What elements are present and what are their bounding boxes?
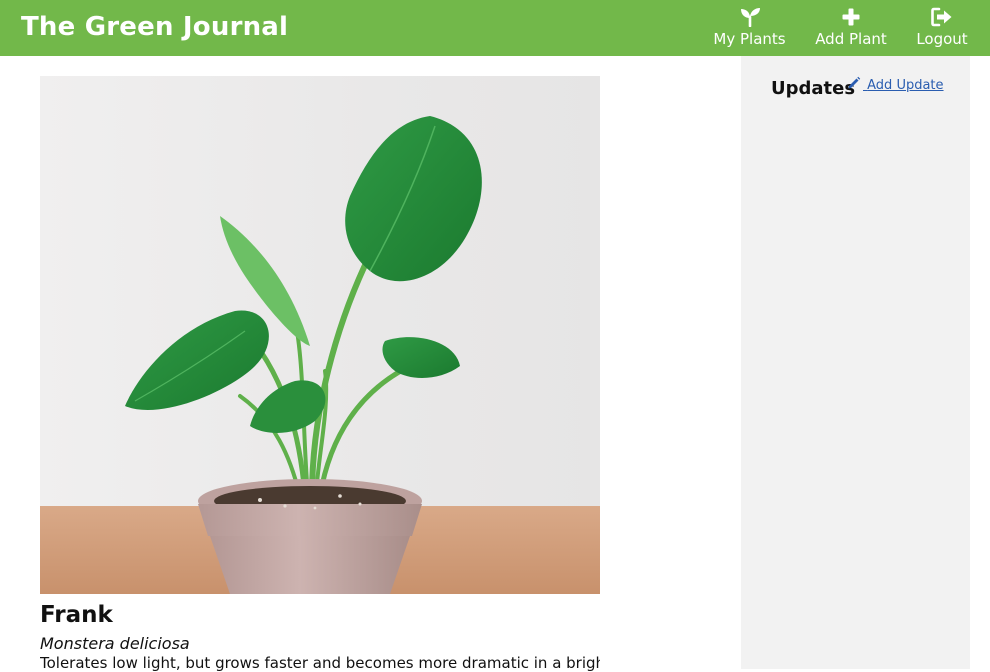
nav-add-plant[interactable]: Add Plant [806, 7, 896, 51]
add-update-label: Add Update [867, 78, 944, 93]
nav-add-plant-label: Add Plant [815, 30, 887, 48]
updates-sidebar: Updates Add Update [741, 56, 970, 669]
nav-my-plants[interactable]: My Plants [706, 7, 793, 51]
plant-photo-illustration [40, 76, 600, 594]
nav-logout[interactable]: Logout [908, 7, 976, 51]
pencil-icon [847, 76, 867, 93]
sign-out-icon [908, 7, 976, 27]
updates-title: Updates [771, 78, 856, 99]
top-navbar: The Green Journal My Plants Add Plant Lo… [0, 0, 990, 56]
add-update-link[interactable]: Add Update [847, 76, 944, 93]
sprout-icon [706, 7, 793, 28]
plant-species: Monstera deliciosa [40, 634, 190, 653]
plant-photo [40, 76, 600, 594]
nav-my-plants-label: My Plants [713, 30, 786, 48]
plus-icon [806, 7, 896, 27]
plant-name: Frank [40, 602, 113, 628]
nav-logout-label: Logout [916, 30, 968, 48]
brand-title[interactable]: The Green Journal [21, 12, 288, 42]
plant-notes: Tolerates low light, but grows faster an… [40, 654, 600, 672]
